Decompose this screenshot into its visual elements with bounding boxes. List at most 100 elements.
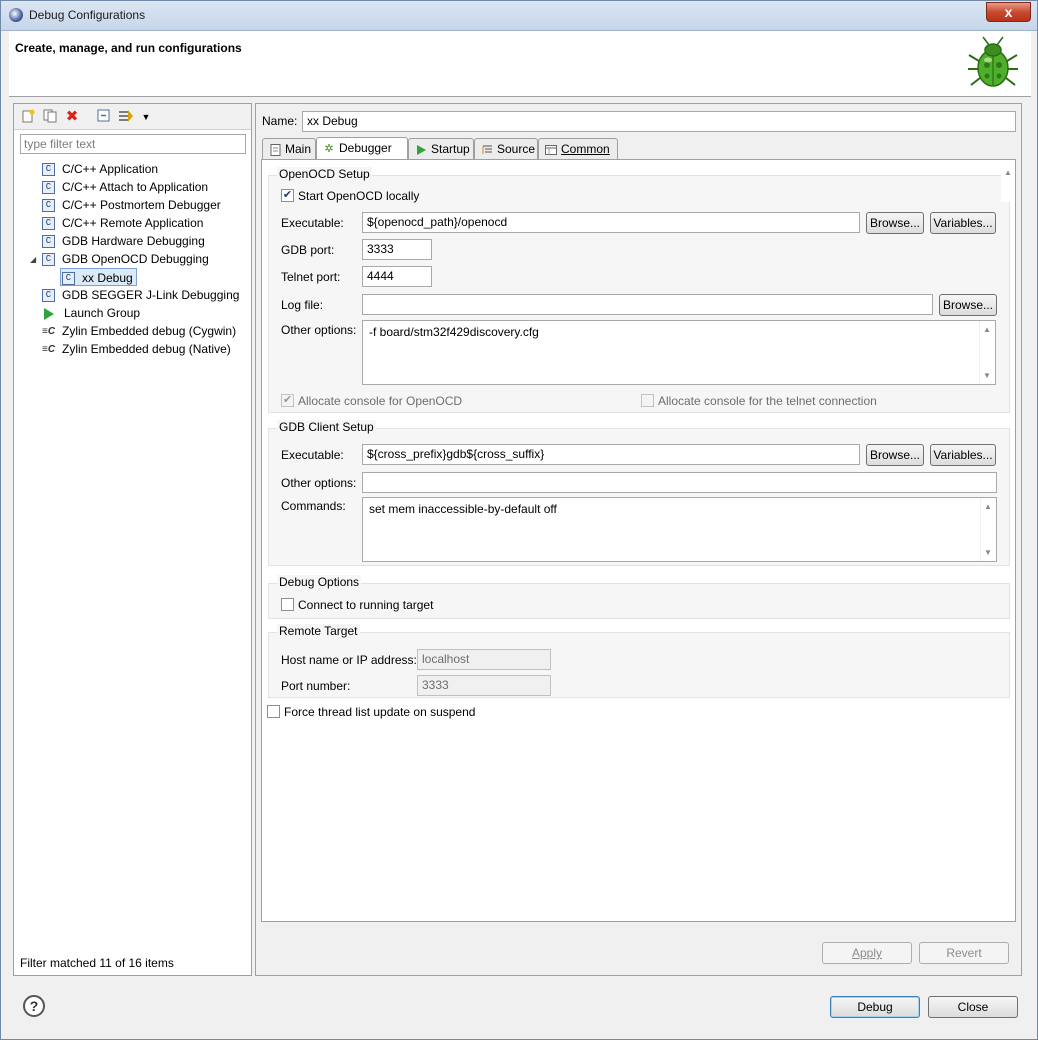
filter-config-icon[interactable] <box>118 109 134 125</box>
tree-item-xx-debug[interactable]: Cxx Debug <box>60 268 137 286</box>
commands-textarea[interactable]: set mem inaccessible-by-default off ▲ ▼ <box>362 497 997 562</box>
telnet-port-input[interactable]: 4444 <box>362 266 432 287</box>
gdb-other-options-input[interactable] <box>362 472 997 493</box>
allocate-telnet-checkbox[interactable] <box>641 394 654 407</box>
host-label: Host name or IP address: <box>281 653 417 667</box>
filter-input[interactable] <box>20 134 246 154</box>
delete-config-icon[interactable]: ✖ <box>64 109 80 125</box>
title-bar: Debug Configurations x <box>1 1 1037 31</box>
gdb-browse-button[interactable]: Browse... <box>866 444 924 466</box>
close-button[interactable]: Close <box>928 996 1018 1018</box>
debugger-tab-panel: OpenOCD Setup ✔ Start OpenOCD locally Ex… <box>261 159 1016 922</box>
tree-item-gdb-hardware[interactable]: C GDB Hardware Debugging <box>42 232 205 250</box>
duplicate-config-icon[interactable] <box>42 109 58 125</box>
force-thread-label: Force thread list update on suspend <box>284 705 476 719</box>
openocd-executable-label: Executable: <box>281 216 344 230</box>
tree-item-zylin-native[interactable]: ≡C Zylin Embedded debug (Native) <box>42 340 231 358</box>
new-config-icon[interactable] <box>20 109 36 125</box>
tab-main[interactable]: Main <box>262 138 316 160</box>
c-config-icon: C <box>42 289 55 303</box>
chevron-down-icon[interactable]: ▼ <box>138 109 154 125</box>
start-openocd-checkbox[interactable]: ✔ <box>281 189 294 202</box>
tree-item-gdb-openocd[interactable]: C GDB OpenOCD Debugging <box>42 250 209 268</box>
c-config-icon: C <box>42 199 55 213</box>
connect-running-checkbox[interactable] <box>281 598 294 611</box>
debug-button[interactable]: Debug <box>830 996 920 1018</box>
log-file-label: Log file: <box>281 298 324 312</box>
zylin-icon: ≡C <box>42 343 56 355</box>
port-number-input[interactable]: 3333 <box>417 675 551 696</box>
gdb-variables-button[interactable]: Variables... <box>930 444 996 466</box>
scroll-up-icon[interactable]: ▲ <box>984 502 992 511</box>
configurations-pane: ✖ ▼ CC/C++ Application CC/C++ Attach to … <box>13 103 252 976</box>
commands-label: Commands: <box>281 499 346 513</box>
tree-item-zylin-cygwin[interactable]: ≡C Zylin Embedded debug (Cygwin) <box>42 322 236 340</box>
gdb-port-label: GDB port: <box>281 243 335 257</box>
configurations-toolbar: ✖ ▼ <box>14 104 251 130</box>
gdb-port-input[interactable]: 3333 <box>362 239 432 260</box>
debug-options-title: Debug Options <box>277 575 362 589</box>
openocd-browse-button[interactable]: Browse... <box>866 212 924 234</box>
start-openocd-label: Start OpenOCD locally <box>298 189 420 203</box>
window-title: Debug Configurations <box>29 8 146 22</box>
source-tab-icon <box>481 144 493 156</box>
scroll-down-icon[interactable]: ▼ <box>983 371 991 380</box>
openocd-other-options-textarea[interactable]: -f board/stm32f429discovery.cfg ▲ ▼ <box>362 320 996 385</box>
allocate-console-label: Allocate console for OpenOCD <box>298 394 463 408</box>
scroll-up-icon[interactable]: ▲ <box>983 325 991 334</box>
tab-startup[interactable]: Startup <box>408 138 474 160</box>
window-close-button[interactable]: x <box>986 2 1031 22</box>
tab-common[interactable]: Common <box>538 138 618 160</box>
openocd-setup-group: OpenOCD Setup ✔ Start OpenOCD locally Ex… <box>268 167 1010 413</box>
c-config-icon: C <box>42 163 55 177</box>
gdb-other-options-label: Other options: <box>281 476 357 490</box>
tree-item-cpp-remote[interactable]: C C/C++ Remote Application <box>42 214 203 232</box>
tree-item-gdb-segger[interactable]: C GDB SEGGER J-Link Debugging <box>42 286 239 304</box>
tab-debugger[interactable]: ✲ Debugger <box>316 137 408 160</box>
allocate-telnet-label: Allocate console for the telnet connecti… <box>658 394 877 408</box>
collapse-all-icon[interactable] <box>96 109 112 125</box>
tree-item-cpp-postmortem[interactable]: C C/C++ Postmortem Debugger <box>42 196 221 214</box>
banner-heading: Create, manage, and run configurations <box>15 41 242 55</box>
host-input[interactable]: localhost <box>417 649 551 670</box>
openocd-variables-button[interactable]: Variables... <box>930 212 996 234</box>
scroll-up-icon[interactable]: ▲ <box>1004 168 1012 177</box>
log-file-browse-button[interactable]: Browse... <box>939 294 997 316</box>
tree-item-cpp-attach[interactable]: C C/C++ Attach to Application <box>42 178 208 196</box>
revert-button[interactable]: Revert <box>919 942 1009 964</box>
openocd-other-options-label: Other options: <box>281 323 357 337</box>
startup-tab-icon <box>415 144 427 156</box>
connect-running-label: Connect to running target <box>298 598 434 612</box>
gdb-executable-input[interactable]: ${cross_prefix}gdb${cross_suffix} <box>362 444 860 465</box>
openocd-options-scrollbar[interactable]: ▲ ▼ <box>979 321 995 384</box>
panel-scrollbar[interactable]: ▲ <box>1001 168 1015 202</box>
commands-scrollbar[interactable]: ▲ ▼ <box>980 498 996 561</box>
main-tab-icon <box>269 143 281 156</box>
apply-button[interactable]: Apply <box>822 942 912 964</box>
filter-status: Filter matched 11 of 16 items <box>20 956 174 970</box>
name-input[interactable]: xx Debug <box>302 111 1016 132</box>
telnet-port-label: Telnet port: <box>281 270 341 284</box>
tree-item-cpp-application[interactable]: C C/C++ Application <box>42 160 158 178</box>
configuration-editor: Name: xx Debug Main ✲ Debugger Startup So… <box>255 103 1022 976</box>
c-config-icon: C <box>42 253 55 267</box>
allocate-console-checkbox[interactable]: ✔ <box>281 394 294 407</box>
name-label: Name: <box>262 114 298 128</box>
log-file-input[interactable] <box>362 294 933 315</box>
openocd-executable-input[interactable]: ${openocd_path}/openocd <box>362 212 860 233</box>
gdb-client-setup-title: GDB Client Setup <box>277 420 376 434</box>
gdb-executable-label: Executable: <box>281 448 344 462</box>
help-icon[interactable]: ? <box>23 995 45 1017</box>
tree-item-launch-group[interactable]: Launch Group <box>42 304 140 322</box>
debug-options-group: Debug Options Connect to running target <box>268 575 1010 619</box>
force-thread-checkbox[interactable] <box>267 705 280 718</box>
eclipse-app-icon <box>9 8 23 22</box>
c-config-icon: C <box>62 272 75 286</box>
scroll-down-icon[interactable]: ▼ <box>984 548 992 557</box>
tab-source[interactable]: Source <box>474 138 538 160</box>
expanded-triangle-icon[interactable]: ◢ <box>30 255 36 264</box>
remote-target-title: Remote Target <box>277 624 360 638</box>
debugger-tab-icon: ✲ <box>324 142 334 155</box>
launch-group-icon <box>44 307 54 320</box>
c-config-icon: C <box>42 217 55 231</box>
